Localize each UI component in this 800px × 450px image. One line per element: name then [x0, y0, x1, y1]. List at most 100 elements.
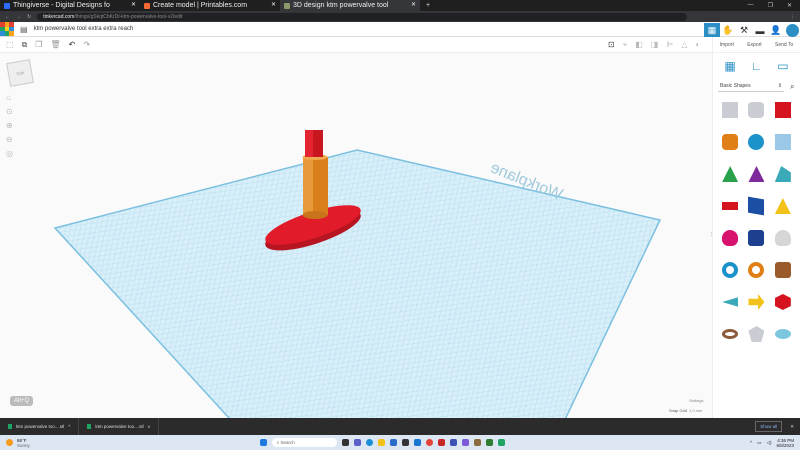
volume-icon[interactable]: ◁): [767, 440, 772, 446]
app-icon-4[interactable]: [461, 439, 469, 446]
close-tab-icon[interactable]: ✕: [411, 0, 416, 11]
store-icon[interactable]: [389, 439, 397, 446]
app-icon-6[interactable]: [485, 439, 493, 446]
zoom-in-icon[interactable]: ⊕: [6, 121, 13, 130]
shape-text[interactable]: [722, 202, 739, 210]
tinkercad-logo[interactable]: [0, 22, 14, 36]
shape-half-sphere[interactable]: [722, 230, 739, 246]
workplane-grid[interactable]: [53, 149, 662, 418]
shape-tube[interactable]: [748, 262, 765, 278]
ruler-corner-icon[interactable]: ∟: [751, 59, 763, 73]
perspective-icon[interactable]: ◎: [6, 149, 13, 158]
clock-date[interactable]: 6/8/2023: [776, 443, 794, 448]
new-shape-icon[interactable]: ⬚: [6, 40, 14, 49]
extensions-icon[interactable]: ⋮: [790, 14, 795, 20]
app-icon-2[interactable]: [437, 439, 445, 446]
shape-ring[interactable]: [722, 329, 739, 339]
send-to-button[interactable]: Send To: [775, 42, 793, 52]
minimize-icon[interactable]: —: [748, 2, 754, 9]
home-view-icon[interactable]: ⌂: [6, 93, 13, 102]
browser-tab-printables[interactable]: Create model | Printables.com ✕: [140, 0, 280, 11]
shape-arrow[interactable]: [748, 294, 765, 310]
shape-polygon[interactable]: [748, 230, 765, 246]
shape-roof[interactable]: [722, 166, 739, 182]
shape-wedge-box[interactable]: [748, 196, 765, 216]
ruler-icon[interactable]: ⌖: [623, 40, 628, 50]
file-explorer-icon[interactable]: [377, 439, 385, 446]
browser-tab-thingiverse[interactable]: Thingiverse - Digital Designs fo ✕: [0, 0, 140, 11]
shape-ellipsoid[interactable]: [774, 329, 791, 339]
start-icon[interactable]: [259, 439, 267, 446]
copy-icon[interactable]: ⧉: [22, 40, 28, 50]
browser-tab-tinkercad[interactable]: 3D design ktm powervalve tool ✕: [280, 0, 420, 11]
export-button[interactable]: Export: [747, 42, 761, 52]
workplane-canvas[interactable]: Workplane TOP ⌂ ⊙ ⊕ ⊖ ◎ Alt+Q Settings S…: [0, 53, 713, 418]
delete-icon[interactable]: 🗑: [50, 40, 60, 49]
app-icon-3[interactable]: [449, 439, 457, 446]
shape-sphere[interactable]: [748, 134, 765, 150]
close-tab-icon[interactable]: ✕: [131, 0, 136, 11]
design-list-icon[interactable]: ▤: [20, 25, 28, 34]
group-icon[interactable]: ◧: [635, 40, 643, 50]
fit-view-icon[interactable]: ⊙: [6, 107, 13, 116]
weather-icon[interactable]: [6, 439, 13, 446]
shape-heart[interactable]: [774, 262, 791, 278]
close-downloads-icon[interactable]: ✕: [790, 424, 794, 430]
edge-icon[interactable]: [365, 439, 373, 446]
ungroup-icon[interactable]: ◨: [651, 40, 659, 50]
taskbar-search-input[interactable]: ⌕ Search: [271, 438, 337, 447]
hole-icon[interactable]: ◐: [695, 40, 700, 50]
shape-cylinder-hole[interactable]: [748, 102, 765, 118]
zoom-out-icon[interactable]: ⊖: [6, 135, 13, 144]
shape-star-fish[interactable]: [722, 297, 739, 307]
network-icon[interactable]: ▭: [757, 440, 761, 446]
note-icon[interactable]: ⊡: [608, 40, 615, 50]
shape-cylinder[interactable]: [722, 134, 739, 150]
url-input[interactable]: tinkercad.com/things/gSkqtCbKrDt-ktm-pow…: [37, 12, 688, 21]
mail-icon[interactable]: [413, 439, 421, 446]
clock-time[interactable]: 4:36 PM: [776, 438, 794, 443]
tray-chevron-icon[interactable]: ^: [750, 440, 752, 445]
shortcut-badge[interactable]: Alt+Q: [10, 396, 34, 406]
app-icon[interactable]: [401, 439, 409, 446]
design-title[interactable]: ktm powervalve tool extra extra reach: [34, 26, 134, 32]
chevron-down-icon[interactable]: v: [148, 424, 150, 429]
chat-icon[interactable]: [353, 439, 361, 446]
import-button[interactable]: Import: [720, 42, 734, 52]
settings-link[interactable]: Settings: [689, 398, 703, 403]
close-tab-icon[interactable]: ✕: [271, 0, 276, 11]
shape-cone[interactable]: [748, 166, 765, 182]
shape-box-hole[interactable]: [722, 102, 739, 118]
chevron-up-icon[interactable]: ^: [68, 424, 70, 429]
shape-icosahedron[interactable]: [774, 294, 791, 310]
forward-icon[interactable]: →: [16, 14, 21, 20]
redo-icon[interactable]: ↷: [83, 40, 90, 49]
snap-grid-select[interactable]: 1.0 mm: [689, 408, 702, 413]
shape-scribble[interactable]: [774, 134, 791, 150]
download-item[interactable]: ktm powervalve too....stl v: [79, 418, 159, 435]
shape-round-roof[interactable]: [774, 166, 791, 182]
shape-box[interactable]: [774, 102, 791, 118]
close-window-icon[interactable]: ✕: [787, 2, 792, 9]
mirror-icon[interactable]: △: [681, 40, 687, 50]
view-cube[interactable]: TOP: [6, 59, 34, 87]
grid-icon[interactable]: ▦: [724, 59, 735, 73]
notes-icon[interactable]: ▭: [777, 59, 788, 73]
maximize-icon[interactable]: ❐: [768, 2, 773, 9]
duplicate-icon[interactable]: ❐: [35, 40, 42, 49]
undo-icon[interactable]: ↶: [69, 40, 76, 49]
shape-torus[interactable]: [722, 262, 739, 278]
reload-icon[interactable]: ↻: [27, 14, 31, 20]
search-icon[interactable]: ⌕: [790, 82, 794, 92]
shape-dodecahedron[interactable]: [748, 326, 765, 342]
task-view-icon[interactable]: [341, 439, 349, 446]
new-tab-button[interactable]: +: [420, 2, 430, 9]
back-icon[interactable]: ←: [5, 14, 10, 20]
chrome-icon[interactable]: [425, 439, 433, 446]
show-all-button[interactable]: Show all: [755, 421, 783, 432]
app-icon-7[interactable]: [497, 439, 505, 446]
shape-pyramid[interactable]: [774, 198, 791, 214]
shape-category-select[interactable]: Basic Shapes ⇕: [718, 81, 784, 92]
shape-paraboloid[interactable]: [774, 230, 791, 246]
download-item[interactable]: ktm powervalve too....stl ^: [0, 418, 80, 435]
